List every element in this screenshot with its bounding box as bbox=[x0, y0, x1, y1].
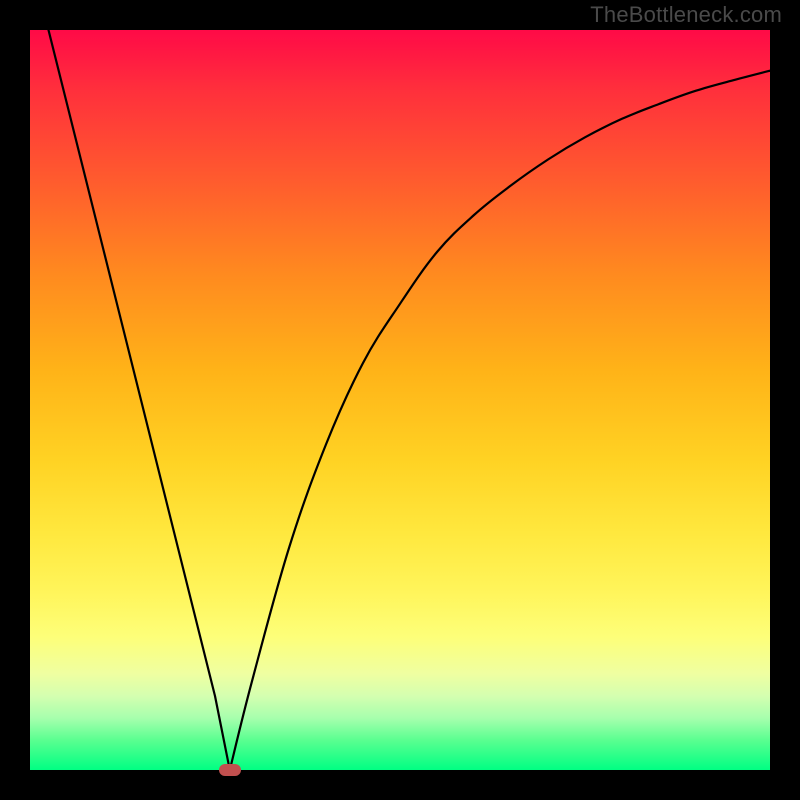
min-point-marker bbox=[219, 764, 241, 776]
watermark-text: TheBottleneck.com bbox=[590, 2, 782, 28]
chart-plot-area bbox=[30, 30, 770, 770]
chart-frame: TheBottleneck.com bbox=[0, 0, 800, 800]
curve-svg bbox=[30, 30, 770, 770]
bottleneck-curve bbox=[30, 30, 770, 770]
